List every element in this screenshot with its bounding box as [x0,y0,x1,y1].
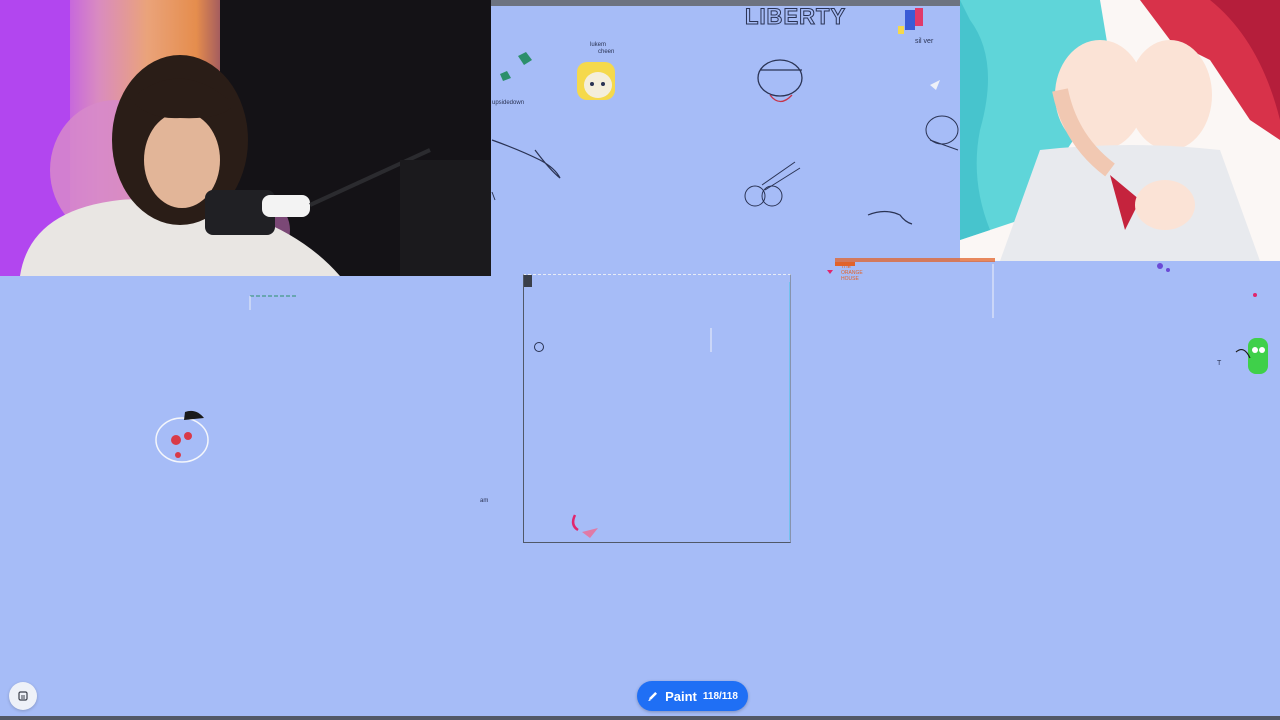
hat-character-doodle [757,59,803,103]
selection-frame [523,274,791,543]
drawing-canvas[interactable]: LIBERTY sil ver lukem cheen upsidedown a… [0,0,1280,720]
face-doodle-right [925,115,959,151]
paint-button[interactable]: Paint 118/118 [637,681,748,711]
orange-block [835,262,855,266]
scribble-line-1 [491,139,561,179]
green-creature-doodle [1235,338,1268,374]
pink-heart [827,270,833,274]
menu-icon [18,691,28,701]
paint-count: 118/118 [702,690,738,702]
green-doodle-2 [500,71,511,81]
sketch-doodle [744,161,801,207]
purple-doodle [1157,263,1170,272]
paint-label: Paint [665,688,697,704]
red-white-character-doodle [155,410,209,463]
scribble-line-3 [867,210,913,225]
orange-bar [835,258,995,262]
pencil-icon [648,692,658,701]
blonde-character-doodle [577,62,615,100]
red-dot [1253,293,1257,297]
flag-doodle [898,8,923,34]
green-doodle-1 [518,52,532,65]
scribble-line-2 [491,191,496,201]
bottom-border [0,716,1280,720]
white-mark [930,80,940,90]
menu-button[interactable] [9,682,37,710]
